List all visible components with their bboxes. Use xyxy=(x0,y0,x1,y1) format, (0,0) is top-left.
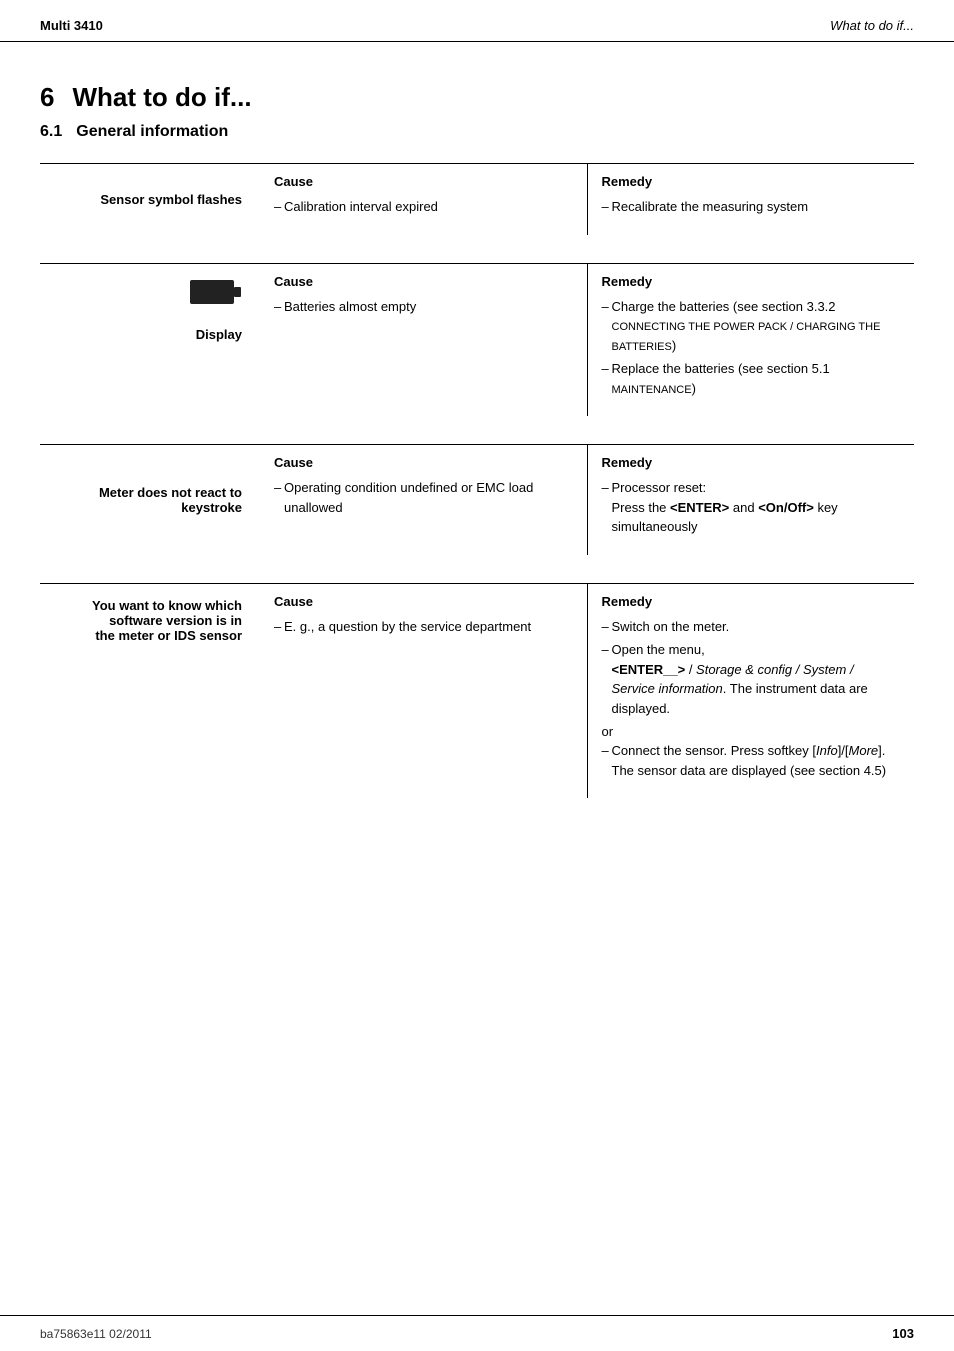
battery-icon xyxy=(190,278,242,306)
onoff-key: <On/Off> xyxy=(758,500,814,515)
display-remedy-caps-1: Connecting the power pack / charging the… xyxy=(612,321,881,353)
section-heading: What to do if... xyxy=(72,82,251,112)
software-cause-header: Cause xyxy=(274,594,573,609)
sensor-cause-item-1: Calibration interval expired xyxy=(274,197,573,217)
display-label-area: Display xyxy=(40,264,260,417)
sensor-remedy-col: Remedy Recalibrate the measuring system xyxy=(588,164,915,235)
display-remedy-item-2: Replace the batteries (see section 5.1 M… xyxy=(602,359,901,398)
meter-cause-item-1: Operating condition undefined or EMC loa… xyxy=(274,478,573,517)
software-label-area: You want to know which software version … xyxy=(40,584,260,799)
sensor-remedy-header: Remedy xyxy=(602,174,901,189)
display-cause-item-1: Batteries almost empty xyxy=(274,297,573,317)
meter-cause-remedy: Cause Operating condition undefined or E… xyxy=(260,445,914,555)
subsection-number: 6.1 xyxy=(40,123,62,140)
software-remedy-col: Remedy Switch on the meter. Open the men… xyxy=(588,584,915,799)
block-software-version: You want to know which software version … xyxy=(40,583,914,799)
meter-label-area: Meter does not react to keystroke xyxy=(40,445,260,555)
sensor-cause-header: Cause xyxy=(274,174,573,189)
meter-cause-col: Cause Operating condition undefined or E… xyxy=(260,445,588,555)
subsection-heading: General information xyxy=(76,123,228,140)
page-container: Multi 3410 What to do if... 6 What to do … xyxy=(0,0,954,1351)
software-cause-item-1: E. g., a question by the service departm… xyxy=(274,617,573,637)
sensor-cause-col: Cause Calibration interval expired xyxy=(260,164,588,235)
display-remedy-col: Remedy Charge the batteries (see section… xyxy=(588,264,915,417)
page-header: Multi 3410 What to do if... xyxy=(0,0,954,42)
meter-remedy-col: Remedy Processor reset: Press the <ENTER… xyxy=(588,445,915,555)
sensor-symbol-text: Sensor symbol flashes xyxy=(100,192,242,207)
display-remedy-item-1: Charge the batteries (see section 3.3.2 … xyxy=(602,297,901,356)
software-remedy-header: Remedy xyxy=(602,594,901,609)
enter-key: <ENTER> xyxy=(670,500,729,515)
block-display: Display Cause Batteries almost empty Rem… xyxy=(40,263,914,417)
block-software-border: You want to know which software version … xyxy=(40,583,914,799)
software-remedy-item-2: Open the menu, <ENTER__> / Storage & con… xyxy=(602,640,901,718)
info-key: Info xyxy=(816,743,838,758)
footer-doc-info: ba75863e11 02/2011 xyxy=(40,1327,152,1341)
block-meter-no-react: Meter does not react to keystroke Cause … xyxy=(40,444,914,555)
section-number: 6 xyxy=(40,82,54,112)
display-cause-header: Cause xyxy=(274,274,573,289)
meter-label-line2: keystroke xyxy=(181,500,242,515)
software-label-line3: the meter or IDS sensor xyxy=(95,628,242,643)
page-footer: ba75863e11 02/2011 103 xyxy=(0,1315,954,1351)
meter-remedy-item-1: Processor reset: Press the <ENTER> and <… xyxy=(602,478,901,537)
software-cause-col: Cause E. g., a question by the service d… xyxy=(260,584,588,799)
sensor-cause-remedy: Cause Calibration interval expired Remed… xyxy=(260,164,914,235)
more-key: More xyxy=(849,743,879,758)
display-remedy-header: Remedy xyxy=(602,274,901,289)
or-separator: or xyxy=(602,724,901,739)
battery-icon-container xyxy=(190,278,242,309)
main-content: 6 What to do if... 6.1 General information… xyxy=(0,42,954,856)
software-label-line2: software version is in xyxy=(109,613,242,628)
subsection-title: 6.1 General information xyxy=(40,123,914,141)
block-sensor-symbol: Sensor symbol flashes Cause Calibration … xyxy=(40,163,914,235)
meter-label-line1: Meter does not react to xyxy=(99,485,242,500)
software-cause-remedy: Cause E. g., a question by the service d… xyxy=(260,584,914,799)
meter-remedy-header: Remedy xyxy=(602,455,901,470)
header-product: Multi 3410 xyxy=(40,18,103,33)
software-remedy-item-1: Switch on the meter. xyxy=(602,617,901,637)
display-cause-remedy: Cause Batteries almost empty Remedy Char… xyxy=(260,264,914,417)
block-display-border: Display Cause Batteries almost empty Rem… xyxy=(40,263,914,417)
sensor-symbol-label: Sensor symbol flashes xyxy=(40,164,260,235)
header-section: What to do if... xyxy=(830,18,914,33)
software-label-line1: You want to know which xyxy=(92,598,242,613)
display-text: Display xyxy=(196,327,242,342)
display-remedy-caps-2: Maintenance xyxy=(612,384,692,396)
section-title: 6 What to do if... xyxy=(40,82,914,113)
block-meter-border: Meter does not react to keystroke Cause … xyxy=(40,444,914,555)
block-sensor-border: Sensor symbol flashes Cause Calibration … xyxy=(40,163,914,235)
footer-page-number: 103 xyxy=(892,1326,914,1341)
meter-cause-header: Cause xyxy=(274,455,573,470)
enter-menu-key: <ENTER__> xyxy=(612,662,686,677)
display-cause-col: Cause Batteries almost empty xyxy=(260,264,588,417)
software-remedy-item-3: Connect the sensor. Press softkey [Info]… xyxy=(602,741,901,780)
sensor-remedy-item-1: Recalibrate the measuring system xyxy=(602,197,901,217)
